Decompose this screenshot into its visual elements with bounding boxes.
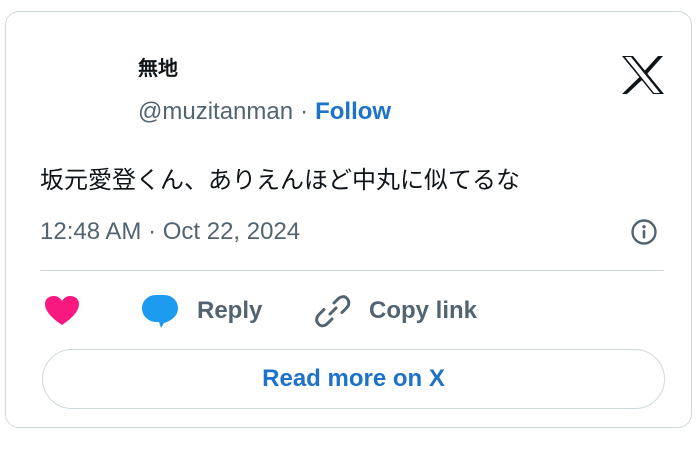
tweet-text: 坂元愛登くん、ありえんほど中丸に似てるな [40, 166, 520, 194]
copy-link-label: Copy link [369, 297, 478, 324]
tweet-timestamp[interactable]: 12:48 AM · Oct 22, 2024 [40, 218, 300, 246]
avatar[interactable] [39, 49, 101, 111]
tweet-embed-card: 無地 @muzitanman · Follow 坂元愛登くん、ありえんほど中丸に… [5, 11, 692, 428]
separator-dot: · [300, 98, 309, 125]
speech-bubble-icon [142, 295, 178, 328]
reply-label: Reply [197, 297, 263, 324]
author-handle-row: @muzitanman · Follow [138, 98, 391, 126]
author-handle[interactable]: @muzitanman [138, 98, 293, 126]
read-more-button[interactable]: Read more on X [42, 349, 665, 409]
follow-button[interactable]: Follow [315, 98, 391, 126]
x-logo-icon[interactable] [620, 55, 666, 95]
link-icon [315, 295, 351, 328]
author-name[interactable]: 無地 [138, 52, 178, 81]
heart-icon [45, 296, 79, 325]
like-button[interactable] [44, 293, 80, 329]
copy-link-button[interactable]: Copy link [315, 293, 477, 329]
reply-button[interactable]: Reply [141, 293, 262, 329]
divider [40, 270, 664, 271]
info-icon[interactable] [629, 217, 659, 247]
